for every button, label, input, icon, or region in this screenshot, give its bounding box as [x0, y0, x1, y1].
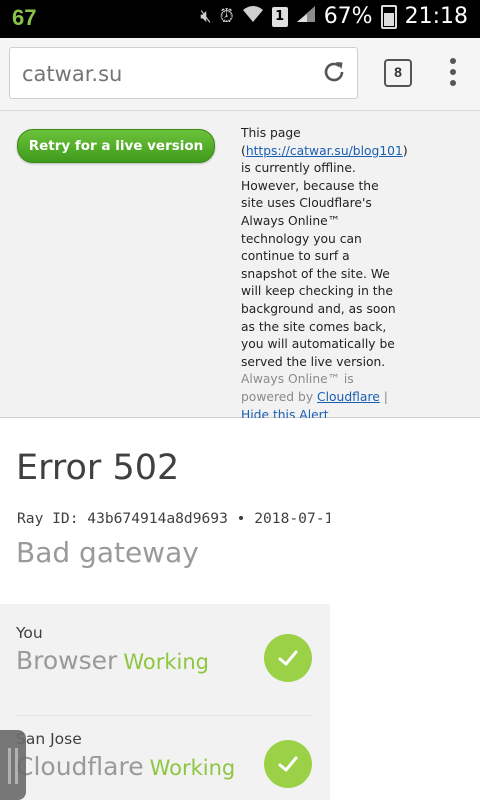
notice-text-end: ) is currently offline. However, because… [241, 143, 408, 369]
row-divider [16, 715, 312, 716]
status-row-browser: You Browser Working [16, 624, 312, 682]
alarm-icon: ⏰︎ [219, 6, 234, 27]
status-name-text: Browser [16, 646, 118, 675]
signal-icon [296, 5, 316, 28]
clock: 21:18 [404, 4, 468, 29]
offline-notice: This page (https://catwar.su/blog101) is… [241, 125, 408, 424]
link-separator: | [383, 389, 388, 404]
status-icons: 🔇︎ ⏰︎ 1 67% 21:18 [200, 4, 468, 29]
cloudflare-link[interactable]: Cloudflare [317, 390, 380, 404]
scroll-handle[interactable] [0, 730, 26, 800]
check-icon [264, 740, 312, 788]
status-panel: You Browser Working San Jose Cloudflare Wo… [0, 604, 330, 800]
status-bar: 67 🔇︎ ⏰︎ 1 67% 21:18 [0, 0, 480, 38]
error-subtitle: Bad gateway [16, 536, 199, 569]
page-link[interactable]: https://catwar.su/blog101 [246, 144, 403, 158]
retry-live-version-button[interactable]: Retry for a live version [17, 129, 215, 163]
content-overflow-area [330, 418, 480, 800]
battery-percent: 67% [323, 4, 373, 29]
overflow-menu-icon[interactable] [449, 58, 457, 90]
status-state: Working [123, 650, 209, 674]
notification-count: 67 [12, 5, 37, 30]
reload-icon[interactable] [321, 59, 347, 85]
tab-switcher-button[interactable]: 8 [384, 59, 412, 87]
error-title: Error 502 [16, 448, 180, 488]
status-state: Working [149, 756, 236, 780]
url-text[interactable]: catwar.su [22, 62, 122, 86]
status-location: San Jose [16, 730, 82, 748]
status-row-cloudflare: San Jose Cloudflare Working [16, 730, 312, 788]
always-online-banner: Retry for a live version This page (http… [0, 111, 480, 422]
mute-icon: 🔇︎ [200, 6, 212, 27]
check-icon [264, 634, 312, 682]
battery-icon [380, 4, 397, 29]
sim-icon: 1 [271, 6, 288, 27]
address-bar[interactable]: catwar.su [9, 47, 358, 99]
status-name-text: Cloudflare [16, 752, 144, 781]
browser-toolbar: catwar.su 8 [0, 38, 480, 111]
wifi-icon [242, 5, 264, 28]
status-location: You [16, 624, 43, 642]
